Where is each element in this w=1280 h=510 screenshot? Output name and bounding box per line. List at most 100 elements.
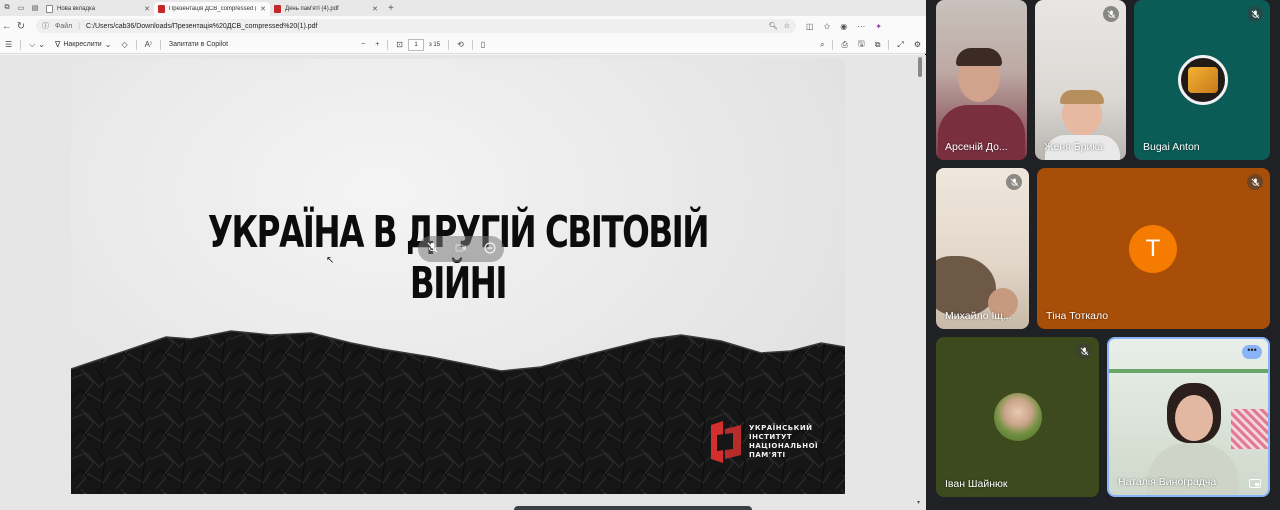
vertical-scrollbar[interactable]: ▾ [917,55,923,506]
participant-tile[interactable]: ••• Наталія Виноградча [1107,337,1270,497]
mic-off-icon [1080,346,1088,355]
camera-off-icon[interactable] [455,242,467,256]
tab-new-tab[interactable]: Нова вкладка ✕ [42,2,154,16]
back-arrow-icon[interactable]: ← [0,21,14,32]
read-aloud-tool[interactable]: A⁾ [140,40,157,49]
url-text: C:/Users/cab36/Downloads/Презентація%20Д… [86,22,318,30]
tab-memory-day[interactable]: День пам'яті (4).pdf ✕ [270,2,382,16]
mic-off-icon [1251,9,1259,18]
leave-call-icon[interactable] [484,242,496,257]
participant-name: Михайло Іщ... [945,310,1012,322]
tab-label: Нова вкладка [57,6,96,12]
tab-label: День пам'яті (4).pdf [285,6,339,12]
participant-name: Bugai Anton [1143,141,1200,153]
mic-muted-indicator [1076,343,1092,359]
split-screen-icon[interactable]: ◫ [806,22,814,31]
participant-tile[interactable]: Арсеній До... [936,0,1027,160]
chevron-down-icon: ⌄ [104,40,112,49]
close-icon[interactable]: ✕ [260,5,266,13]
participant-tile[interactable]: Іван Шайнюк [936,337,1099,497]
zoom-out-button[interactable]: − [356,41,370,48]
profile-icon[interactable]: ◉ [840,22,847,31]
copilot-icon[interactable]: ✦ [875,22,882,31]
page-total: з 15 [429,41,441,48]
info-icon: ⓘ [42,23,49,30]
tab-bar: ⧉ ▭ ▤ Нова вкладка ✕ Презентація ДСВ_com… [0,0,926,16]
mic-off-icon[interactable] [427,242,438,256]
picture-in-picture-icon[interactable] [1249,479,1261,488]
mic-muted-indicator [1103,6,1119,22]
refresh-icon[interactable]: ↻ [14,21,28,32]
mic-muted-indicator [1006,174,1022,190]
eraser-icon: ◇ [121,40,128,49]
mic-off-icon [1107,9,1115,18]
favorite-star-icon[interactable]: ☆ [784,22,790,30]
zoom-in-button[interactable]: + [370,41,384,48]
chevron-down-icon: ⌄ [38,40,45,49]
tab-presentation[interactable]: Презентація ДСВ_compressed (1) ✕ [154,2,270,16]
scrollbar-thumb[interactable] [918,57,922,77]
fit-page-icon[interactable]: ⊡ [391,40,408,49]
url-protocol: Файл [55,22,73,30]
participant-name: Арсеній До... [945,141,1008,153]
meet-controls-edge [514,506,752,510]
new-tab-button[interactable]: + [388,3,394,14]
copilot-label: Запитати в Copilot [168,41,229,48]
avatar: T [1129,225,1177,273]
pdf-toolbar: ☰ ⌵ ⌄ ∇ Накреслити ⌄ ◇ A⁾ Запитати в Copi… [0,36,926,54]
save-icon[interactable]: 🖫︎ [853,38,870,52]
browser-window: ⧉ ▭ ▤ Нова вкладка ✕ Презентація ДСВ_com… [0,0,926,510]
uinp-logo-mark [711,421,741,463]
avatar-initial: T [1145,235,1161,262]
fullscreen-icon[interactable]: ⤢ [892,40,908,50]
participant-name: Тіна Тоткало [1046,310,1109,322]
avatar [1178,55,1228,105]
participant-tile[interactable]: Bugai Anton [1134,0,1270,160]
page-view-icon[interactable]: ▯ [476,40,490,49]
close-icon[interactable]: ✕ [372,5,378,13]
draw-tool[interactable]: ∇ Накреслити ⌄ [50,40,116,49]
participant-tile[interactable]: T Тіна Тоткало [1037,168,1270,329]
print-icon[interactable]: ⎙ [836,40,852,50]
pen-icon: ∇ [54,40,61,49]
save-as-icon[interactable]: ⧉ [870,40,886,50]
avatar [994,393,1042,441]
favorites-icon[interactable]: ✩ [824,22,831,31]
mic-muted-indicator [1247,6,1263,22]
participant-name: Іван Шайнюк [945,478,1008,490]
scroll-down-arrow-icon[interactable]: ▾ [917,499,920,506]
floating-call-controls[interactable] [418,236,504,262]
mic-off-icon [1010,177,1018,186]
blank-page-icon [46,5,53,13]
more-options-button[interactable]: ••• [1242,345,1262,359]
tab-actions-icon[interactable]: ▭ [14,0,28,16]
rotate-icon[interactable]: ⟲ [452,40,469,49]
pdf-icon [274,5,281,13]
draw-label: Накреслити [63,41,102,48]
address-bar: ← ↻ ⓘ Файл | C:/Users/cab36/Downloads/Пр… [0,16,926,36]
copilot-button[interactable]: Запитати в Copilot [164,41,233,48]
read-aloud-icon: A⁾ [144,40,152,49]
participant-name: Женя Брика [1044,141,1104,153]
eraser-tool[interactable]: ◇ [116,40,132,49]
participant-tile[interactable]: Женя Брика [1035,0,1126,160]
video-feed [936,256,996,316]
pdf-viewer[interactable]: УКРАЇНА В ДРУГІЙ СВІТОВІЙ ВІЙНІ УКРАЇНСЬ… [0,55,926,510]
settings-gear-icon[interactable]: ⚙ [909,40,926,49]
mic-muted-indicator [1247,174,1263,190]
highlight-tool[interactable]: ⌵ ⌄ [24,40,50,50]
participant-name: Наталія Виноградча [1118,476,1217,488]
uinp-logo-text: УКРАЇНСЬКИЙ ІНСТИТУТ НАЦІОНАЛЬНОЇ ПАМ'ЯТ… [749,424,819,459]
pdf-page: УКРАЇНА В ДРУГІЙ СВІТОВІЙ ВІЙНІ УКРАЇНСЬ… [71,59,845,494]
url-field[interactable]: ⓘ Файл | C:/Users/cab36/Downloads/Презен… [36,19,796,33]
read-aloud-icon[interactable]: 🔍︎ [769,22,778,30]
close-icon[interactable]: ✕ [144,5,150,13]
torn-paper-hills [71,330,845,494]
search-icon[interactable]: ⌕ [815,40,829,50]
more-menu-icon[interactable]: ⋯ [857,22,865,31]
workspaces-icon[interactable]: ⧉ [0,0,14,16]
page-number-input[interactable]: 1 [408,38,424,51]
contents-icon[interactable]: ☰ [0,40,17,49]
vertical-tabs-icon[interactable]: ▤ [28,0,42,16]
participant-tile[interactable]: Михайло Іщ... [936,168,1029,329]
